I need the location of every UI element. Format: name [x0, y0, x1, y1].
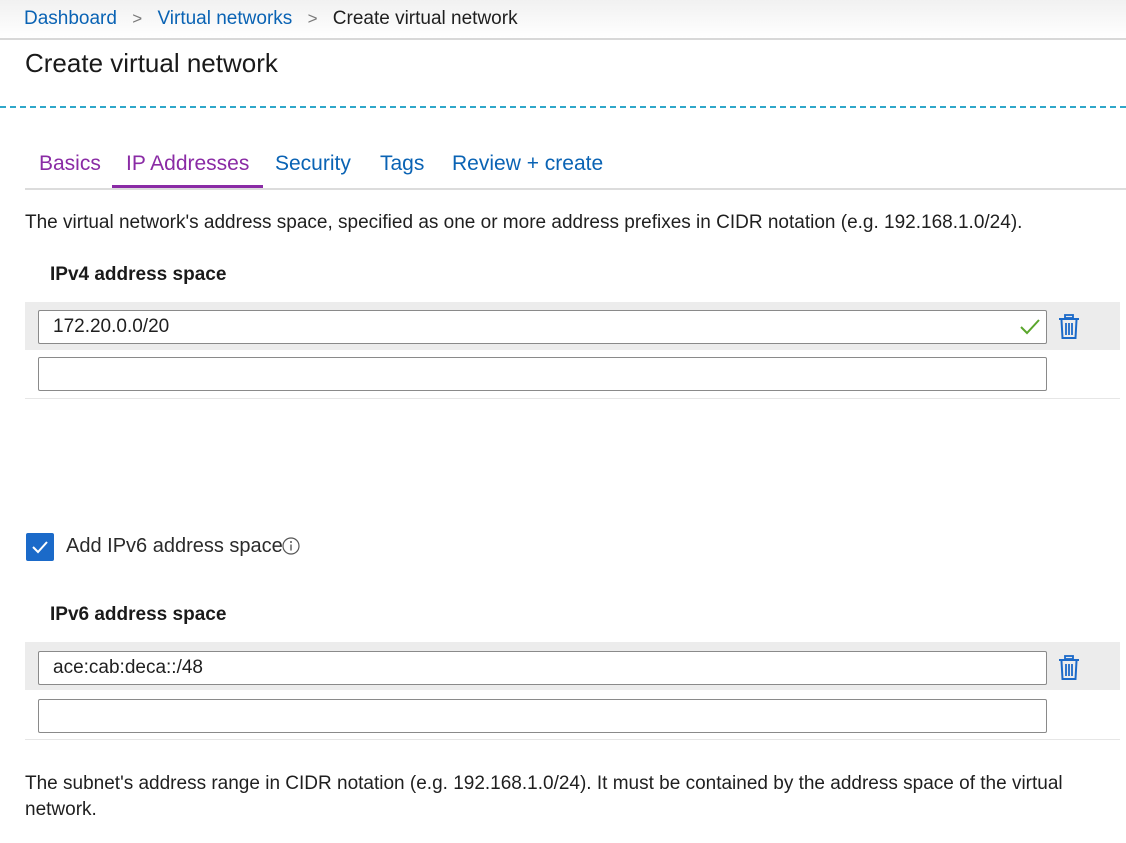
ipv6-checkbox[interactable] [26, 533, 54, 561]
chevron-right-icon: > [132, 9, 143, 28]
chevron-right-icon: > [307, 9, 318, 28]
tab-review-create[interactable]: Review + create [452, 152, 603, 188]
ipv6-section-divider [25, 739, 1120, 740]
ipv4-section-label: IPv4 address space [50, 264, 227, 285]
address-space-description: The virtual network's address space, spe… [25, 212, 1023, 233]
ipv6-checkbox-label[interactable]: Add IPv6 address space [66, 535, 283, 558]
top-bar: Dashboard > Virtual networks > Create vi… [0, 0, 1126, 40]
ipv6-new-address-input[interactable] [38, 699, 1047, 733]
page-title: Create virtual network [25, 48, 278, 78]
ipv6-section-label: IPv6 address space [50, 604, 227, 625]
ipv4-new-address-input[interactable] [38, 357, 1047, 391]
tab-security[interactable]: Security [275, 152, 351, 188]
info-icon[interactable] [282, 537, 300, 555]
tab-tags[interactable]: Tags [380, 152, 424, 188]
ipv4-section-divider [25, 398, 1120, 399]
trash-icon[interactable] [1058, 655, 1080, 681]
checkbox-checked-icon [32, 541, 48, 554]
breadcrumb-virtual-networks-link[interactable]: Virtual networks [157, 8, 292, 29]
breadcrumb: Dashboard > Virtual networks > Create vi… [24, 8, 518, 30]
tab-ip-addresses[interactable]: IP Addresses [112, 152, 264, 188]
header-divider [0, 106, 1126, 108]
ipv4-address-input[interactable] [38, 310, 1047, 344]
breadcrumb-current: Create virtual network [332, 8, 518, 29]
trash-icon[interactable] [1058, 314, 1080, 340]
tab-basics[interactable]: Basics [39, 152, 101, 188]
tab-bar: Basics IP Addresses Security Tags Review… [25, 150, 1126, 190]
ipv6-address-input[interactable] [38, 651, 1047, 685]
subnet-description: The subnet's address range in CIDR notat… [25, 773, 1063, 820]
breadcrumb-dashboard-link[interactable]: Dashboard [24, 8, 117, 29]
checkmark-icon [1020, 319, 1040, 335]
